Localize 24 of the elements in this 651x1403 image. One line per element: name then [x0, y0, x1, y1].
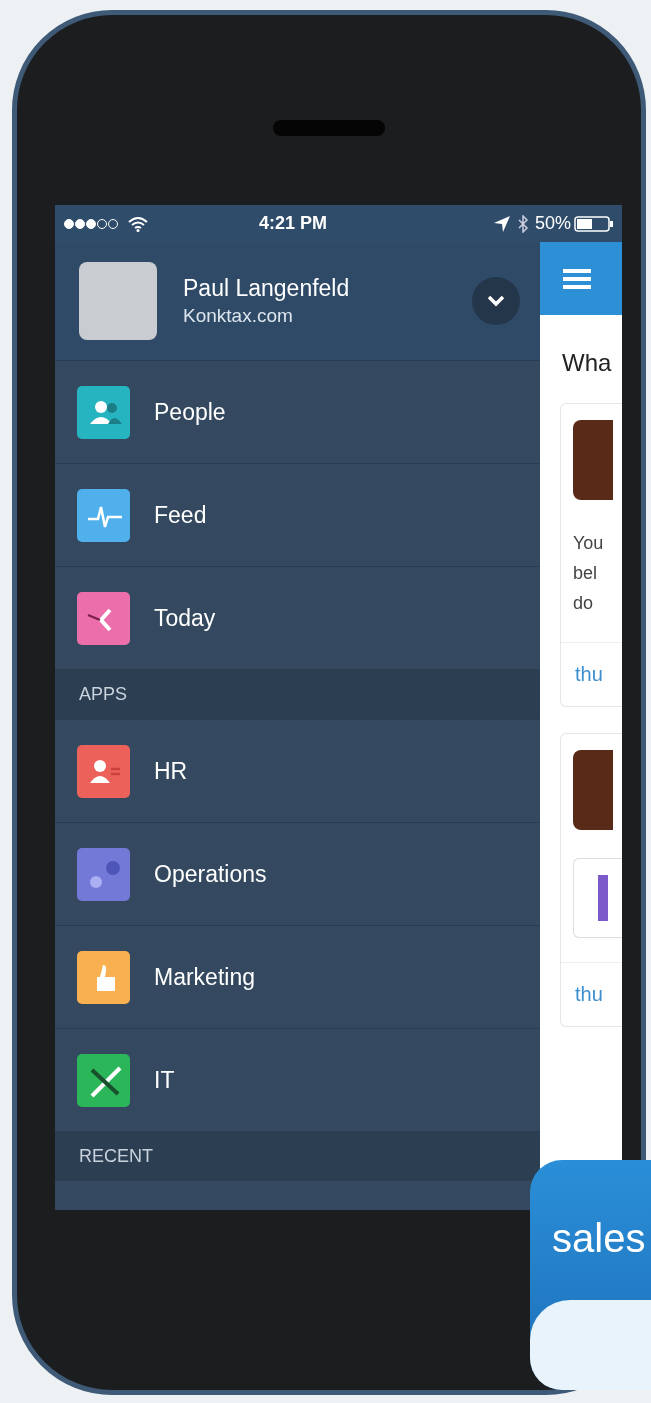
nav-item[interactable]: People	[55, 360, 540, 463]
status-time: 4:21 PM	[259, 213, 328, 234]
nav-item[interactable]: Feed	[55, 463, 540, 566]
post-text: You	[573, 532, 605, 555]
profile-company: Konktax.com	[183, 305, 294, 327]
battery-percent: 50%	[534, 213, 571, 234]
menu-icon[interactable]	[562, 267, 592, 290]
chevron-down-icon	[487, 295, 505, 307]
section-header: APPS	[55, 669, 540, 719]
profile-name: Paul Langenfeld	[183, 275, 351, 302]
nav-item[interactable]: Operations	[55, 822, 540, 925]
bluetooth-icon	[516, 214, 529, 233]
account-dropdown-button[interactable]	[472, 277, 520, 325]
post-text: bel	[573, 562, 599, 585]
post-text: do	[573, 592, 595, 615]
signal-icon	[63, 217, 121, 230]
location-arrow-icon	[492, 214, 511, 233]
logo-text: sales	[552, 1216, 646, 1261]
battery-icon	[574, 215, 614, 232]
wifi-icon	[127, 215, 149, 232]
section-header: RECENT	[55, 1131, 540, 1181]
nav-item[interactable]: HR	[55, 719, 540, 822]
feed-heading: Wha	[562, 349, 613, 377]
nav-item[interactable]: Marketing	[55, 925, 540, 1028]
